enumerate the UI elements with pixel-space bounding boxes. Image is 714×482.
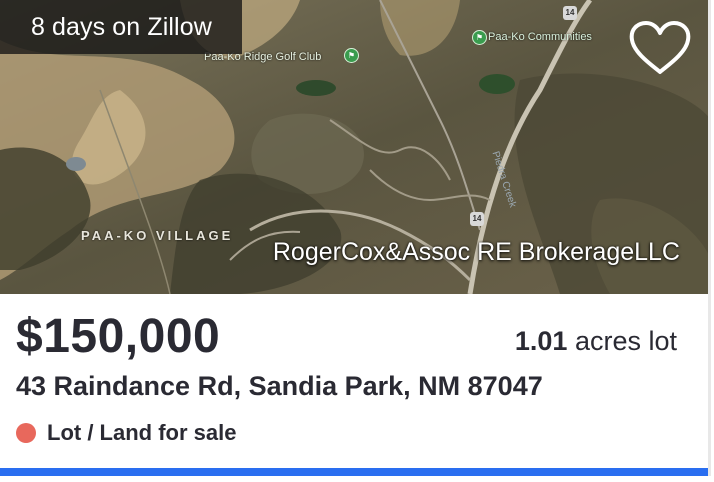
golf-flag-icon: ⚑: [472, 30, 487, 45]
days-on-zillow-badge: 8 days on Zillow: [0, 0, 242, 54]
lot-size: 1.01 acres lot: [515, 326, 677, 357]
accent-bar: [0, 468, 708, 476]
listing-info: $150,000 1.01 acres lot 43 Raindance Rd,…: [0, 294, 708, 476]
map-label-communities: Paa-Ko Communities: [488, 31, 592, 43]
highway-shield-icon: 14: [563, 6, 577, 20]
status-dot-icon: [16, 423, 36, 443]
lot-size-unit: acres lot: [574, 326, 677, 356]
lot-size-value: 1.01: [514, 326, 568, 356]
listing-price: $150,000: [16, 310, 221, 363]
listing-card[interactable]: PAA-KO VILLAGE ⚑ Paa-Ko Ridge Golf Club …: [0, 0, 711, 476]
listing-photo[interactable]: PAA-KO VILLAGE ⚑ Paa-Ko Ridge Golf Club …: [0, 0, 708, 294]
listing-address[interactable]: 43 Raindance Rd, Sandia Park, NM 87047: [16, 371, 543, 402]
highway-shield-icon: 14: [470, 212, 484, 226]
listing-status: Lot / Land for sale: [16, 420, 236, 446]
map-label-village: PAA-KO VILLAGE: [81, 228, 234, 243]
heart-outline-icon[interactable]: [628, 20, 692, 76]
brokerage-label: RogerCox&Assoc RE BrokerageLLC: [272, 238, 680, 266]
golf-flag-icon: ⚑: [344, 48, 359, 63]
status-text: Lot / Land for sale: [47, 420, 237, 445]
